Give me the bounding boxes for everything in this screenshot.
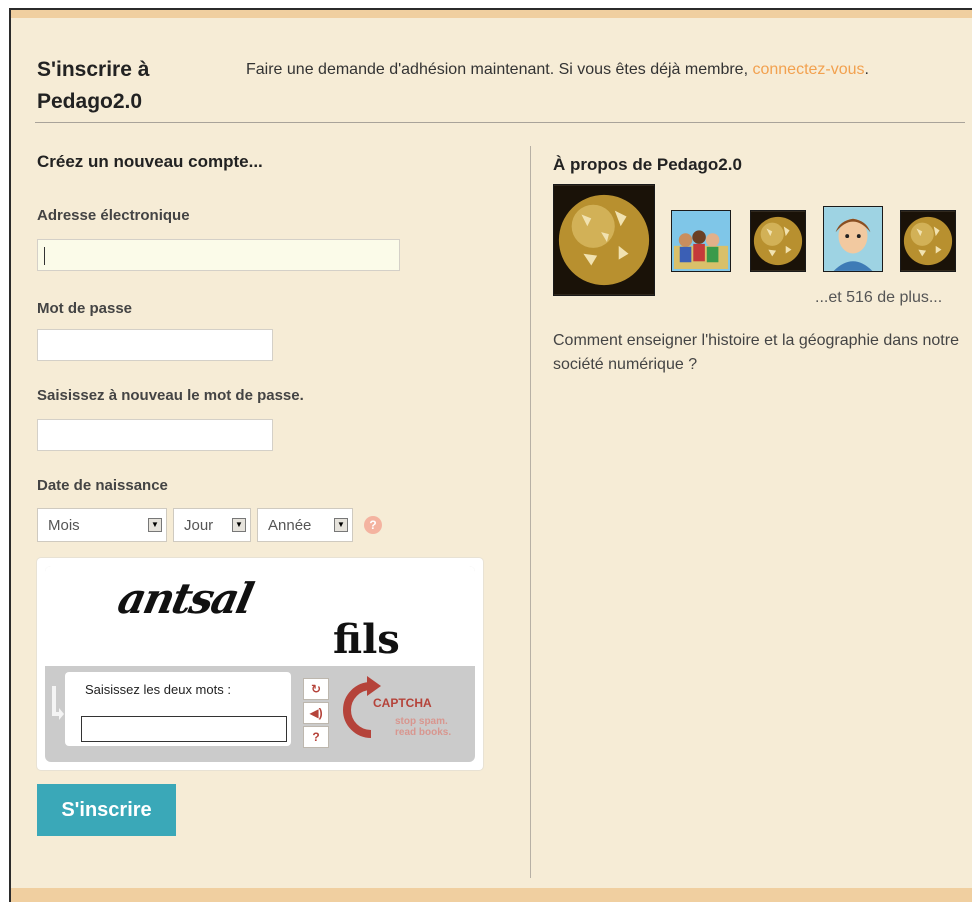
birthdate-label: Date de naissance xyxy=(37,477,168,494)
about-description: Comment enseigner l'histoire et la géogr… xyxy=(553,332,959,373)
recaptcha-tagline: stop spam. read books. xyxy=(395,716,451,738)
member-avatar-2[interactable] xyxy=(750,210,806,272)
member-avatar-4[interactable] xyxy=(900,210,956,272)
captcha-entry-box: Saisissez les deux mots : xyxy=(65,672,291,746)
month-select[interactable]: Mois ▼ xyxy=(37,508,167,542)
signup-button[interactable]: S'inscrire xyxy=(37,784,176,836)
refresh-icon[interactable]: ↻ xyxy=(303,678,329,700)
chevron-down-icon: ▼ xyxy=(232,518,246,532)
captcha-word-1: antsal xyxy=(113,574,257,623)
more-members-link[interactable]: ...et 516 de plus... xyxy=(815,289,942,307)
recaptcha-logo: CAPTCHA stop spam. read books. xyxy=(337,672,467,748)
column-divider xyxy=(530,146,531,878)
captcha-panel: antsal fils Saisissez les deux mots : ↻ … xyxy=(45,566,475,762)
form-section-title: Créez un nouveau compte... xyxy=(37,152,263,171)
text-caret xyxy=(44,247,45,265)
recaptcha-wordmark: CAPTCHA xyxy=(373,696,432,710)
day-select[interactable]: Jour ▼ xyxy=(173,508,251,542)
recaptcha-tagline-2: read books. xyxy=(395,727,452,738)
page-title: S'inscrire à Pedago2.0 xyxy=(37,54,207,118)
captcha-widget: antsal fils Saisissez les deux mots : ↻ … xyxy=(37,558,483,770)
password-label: Mot de passe xyxy=(37,300,133,317)
email-label: Adresse électronique xyxy=(37,207,190,224)
month-select-value: Mois xyxy=(48,517,80,534)
help-circle-icon[interactable]: ? xyxy=(303,726,329,748)
login-link[interactable]: connectez-vous xyxy=(752,61,864,78)
chevron-down-icon: ▼ xyxy=(148,518,162,532)
email-field[interactable] xyxy=(37,239,400,271)
intro-end: . xyxy=(864,61,869,78)
bottom-accent-bar xyxy=(11,888,972,902)
captcha-entry-label: Saisissez les deux mots : xyxy=(85,682,231,697)
member-avatar-1[interactable] xyxy=(671,210,731,272)
help-icon[interactable]: ? xyxy=(364,516,382,534)
group-logo-avatar[interactable] xyxy=(553,184,655,296)
captcha-image: antsal fils xyxy=(45,566,475,666)
year-select-value: Année xyxy=(268,517,312,534)
day-select-value: Jour xyxy=(184,517,214,534)
header-divider xyxy=(35,122,965,123)
audio-icon[interactable]: ◀) xyxy=(303,702,329,724)
arrow-right-icon xyxy=(52,686,64,720)
password-confirm-field[interactable] xyxy=(37,419,273,451)
intro-text: Faire une demande d'adhésion maintenant.… xyxy=(246,61,869,79)
member-avatar-3[interactable] xyxy=(823,206,883,272)
intro-sentence: Faire une demande d'adhésion maintenant.… xyxy=(246,61,753,78)
top-accent-bar xyxy=(11,10,972,18)
year-select[interactable]: Année ▼ xyxy=(257,508,353,542)
about-title: À propos de Pedago2.0 xyxy=(553,155,742,174)
chevron-down-icon: ▼ xyxy=(334,518,348,532)
captcha-response-input[interactable] xyxy=(81,716,287,742)
page-title-line2: Pedago2.0 xyxy=(37,90,143,113)
signup-page: S'inscrire à Pedago2.0 Faire une demande… xyxy=(9,8,972,902)
captcha-word-2: fils xyxy=(333,616,400,663)
password-field[interactable] xyxy=(37,329,273,361)
password-confirm-label: Saisissez à nouveau le mot de passe. xyxy=(37,387,304,404)
recaptcha-tagline-1: stop spam. xyxy=(395,716,448,727)
page-title-line1: S'inscrire à xyxy=(37,58,150,81)
